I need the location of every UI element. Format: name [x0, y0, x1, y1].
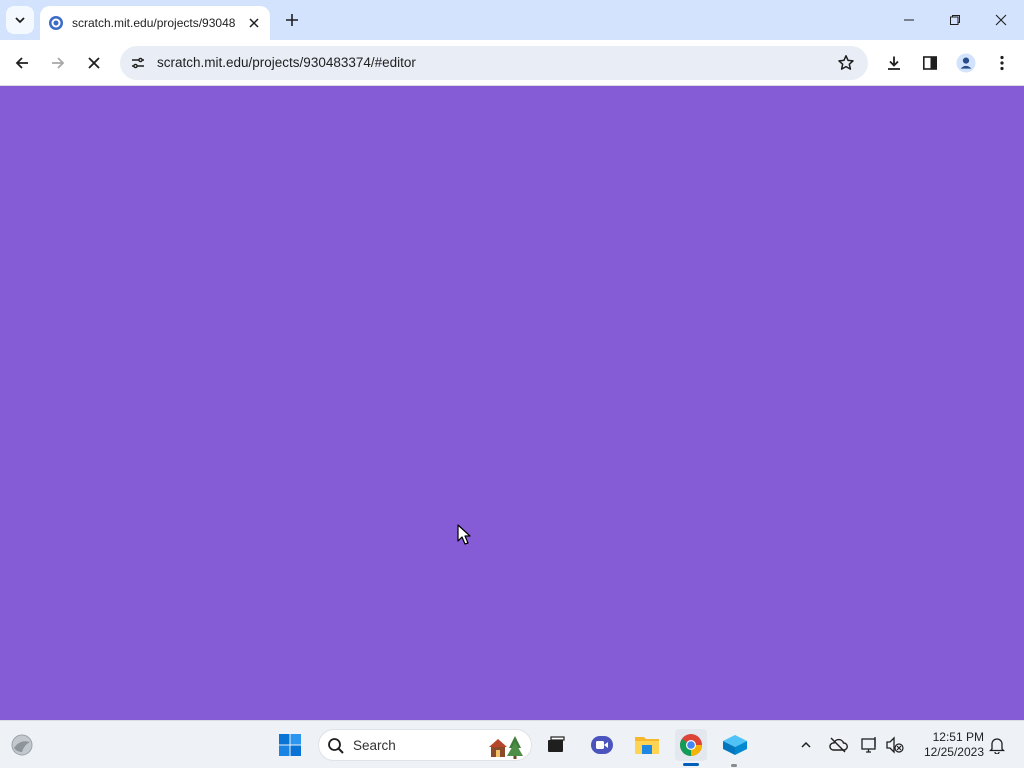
download-icon — [888, 56, 900, 70]
tune-icon — [132, 57, 144, 69]
bell-icon — [989, 738, 1005, 754]
profile-icon — [956, 53, 976, 73]
downloads-button[interactable] — [880, 49, 908, 77]
restore-icon — [950, 15, 960, 25]
plus-icon — [286, 14, 298, 26]
browser-tab[interactable]: scratch.mit.edu/projects/93048 — [40, 6, 270, 40]
chrome-button[interactable] — [675, 729, 707, 761]
onedrive-offline-icon — [829, 737, 848, 753]
app-icon — [723, 735, 747, 755]
mouse-cursor-icon — [457, 524, 471, 545]
tab-close-button[interactable] — [246, 15, 262, 31]
volume-button[interactable] — [883, 733, 907, 757]
start-icon — [279, 734, 301, 756]
close-icon — [995, 14, 1007, 26]
meet-icon — [591, 736, 613, 754]
taskbar-clock[interactable]: 12:51 PM 12/25/2023 — [914, 730, 984, 760]
search-icon — [328, 738, 344, 754]
file-explorer-icon — [635, 737, 659, 754]
active-app-indicator — [683, 763, 699, 766]
restore-button[interactable] — [932, 0, 978, 40]
network-icon — [861, 737, 876, 753]
search-label: Search — [353, 738, 396, 753]
taskbar-search[interactable]: Search — [318, 729, 532, 761]
bookmark-button[interactable] — [836, 53, 856, 73]
open-app-indicator — [731, 764, 737, 767]
url-text[interactable]: scratch.mit.edu/projects/930483374/#edit… — [157, 55, 416, 70]
stop-loading-icon — [88, 57, 100, 69]
meet-button[interactable] — [586, 729, 618, 761]
site-info-button[interactable] — [126, 51, 150, 75]
widgets-button[interactable] — [6, 729, 38, 761]
onedrive-button[interactable] — [826, 733, 850, 757]
close-window-button[interactable] — [978, 0, 1024, 40]
side-panel-icon — [922, 56, 937, 70]
minimize-button[interactable] — [886, 0, 932, 40]
windows-taskbar: Search 12:51 PM 12/25/2023 — [0, 720, 1024, 768]
forward-arrow-icon — [52, 57, 65, 69]
chrome-icon — [680, 734, 702, 756]
tab-search-button[interactable] — [6, 6, 34, 34]
network-button[interactable] — [858, 733, 882, 757]
tab-title: scratch.mit.edu/projects/93048 — [72, 16, 236, 30]
chevron-down-icon — [15, 17, 25, 24]
menu-button[interactable] — [988, 49, 1016, 77]
forward-button[interactable] — [44, 49, 72, 77]
search-highlight-icon — [489, 736, 523, 759]
app-button[interactable] — [719, 729, 751, 761]
stop-loading-button[interactable] — [80, 49, 108, 77]
start-button[interactable] — [274, 729, 306, 761]
clock-time: 12:51 PM — [932, 730, 984, 744]
profile-button[interactable] — [952, 49, 980, 77]
menu-icon — [1000, 55, 1004, 71]
address-bar[interactable]: scratch.mit.edu/projects/930483374/#edit… — [120, 46, 868, 80]
browser-toolbar: scratch.mit.edu/projects/930483374/#edit… — [0, 40, 1024, 86]
new-tab-button[interactable] — [280, 8, 304, 32]
scratch-loading-page — [0, 87, 1024, 720]
show-hidden-icons-button[interactable] — [794, 733, 818, 757]
side-panel-button[interactable] — [916, 49, 944, 77]
widgets-icon — [11, 734, 33, 756]
star-icon — [838, 55, 854, 70]
scratch-favicon-icon — [49, 16, 63, 30]
close-icon — [249, 18, 259, 28]
notifications-button[interactable] — [985, 733, 1009, 757]
task-view-button[interactable] — [540, 729, 572, 761]
clock-date: 12/25/2023 — [923, 745, 984, 759]
minimize-icon — [904, 19, 914, 21]
task-view-icon — [548, 736, 565, 752]
chevron-up-icon — [801, 741, 811, 748]
file-explorer-button[interactable] — [631, 729, 663, 761]
volume-muted-icon — [886, 736, 904, 754]
back-arrow-icon — [15, 57, 28, 69]
back-button[interactable] — [8, 49, 36, 77]
tab-strip: scratch.mit.edu/projects/93048 — [0, 0, 1024, 40]
